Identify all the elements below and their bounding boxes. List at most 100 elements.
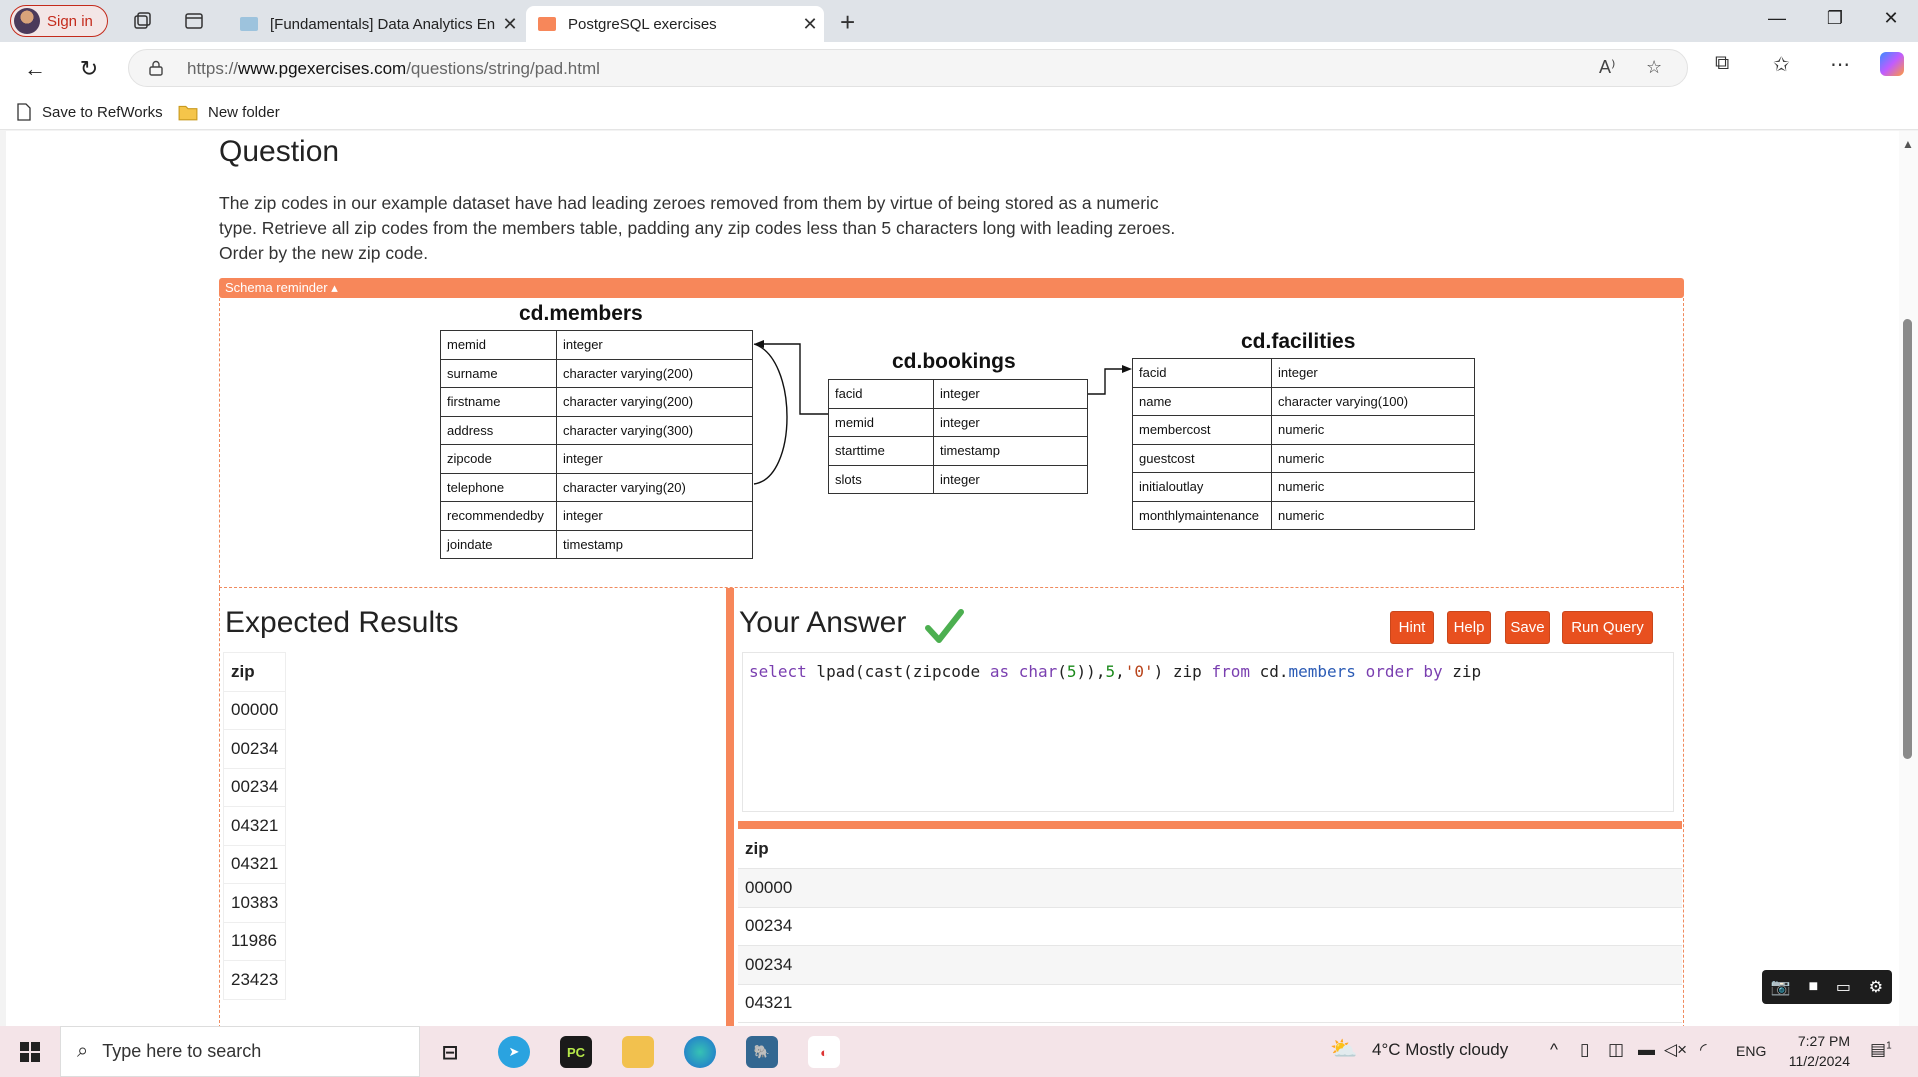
favorite-new-folder[interactable]: New folder [178,103,280,121]
zip-cell: 04321 [223,844,286,884]
table-row: 11986 [223,921,286,961]
weather-text[interactable]: 4°C Mostly cloudy [1372,1040,1508,1060]
sql-text: ( [1057,662,1067,681]
table-row: 00000 [223,690,286,730]
notifications-icon[interactable]: ▤1 [1870,1040,1892,1060]
expected-results-table: zip 00000 00234 00234 04321 04321 10383 11986 23… [223,652,286,1000]
taskbar-search-box[interactable]: ⌕ Type here to search [60,1026,420,1077]
expected-results-title: Expected Results [225,606,459,639]
schema-reminder-label: Schema reminder ▴ [225,280,338,295]
scrollbar-thumb[interactable] [1903,319,1912,759]
table-row: 23423 [223,960,286,1000]
sql-text: zip [1442,662,1482,681]
help-button[interactable]: Help [1447,611,1491,644]
more-menu-icon[interactable]: ⋯ [1830,52,1850,77]
table-row: 00234 [223,767,286,807]
windows-start-icon[interactable] [20,1042,40,1062]
favorites-bar: Save to RefWorks New folder [0,94,1918,130]
sql-text: , [1115,662,1125,681]
weather-cloud-icon[interactable]: ⛅ [1330,1036,1357,1062]
page-scrollbar[interactable]: ▲ [1899,131,1918,1026]
system-clock[interactable]: 7:27 PM 11/2/2024 [1780,1031,1850,1071]
correct-checkmark-icon [925,609,964,643]
browser-title-bar: Sign in [Fundamentals] Data Analytics En… [0,0,1918,42]
schema-reminder-toggle[interactable]: Schema reminder ▴ [219,278,1684,298]
pycharm-icon[interactable]: PC [560,1036,592,1068]
new-tab-plus-icon[interactable]: + [840,7,855,38]
save-button[interactable]: Save [1505,611,1550,644]
window-icon[interactable]: ▭ [1836,977,1851,997]
collections-icon[interactable] [130,9,154,33]
tab-actions-icon[interactable] [182,9,206,33]
telegram-icon[interactable]: ➤ [498,1036,530,1068]
show-hidden-icons-icon[interactable]: ^ [1550,1040,1558,1060]
url-text[interactable]: https://www.pgexercises.com/questions/st… [187,59,600,79]
question-text: The zip codes in our example dataset hav… [219,193,1176,263]
sql-text: )), [1076,662,1106,681]
favorite-save-to-refworks[interactable]: Save to RefWorks [16,103,163,121]
hint-button[interactable]: Hint [1390,611,1434,644]
zip-cell: 23423 [223,960,286,1000]
zip-cell: 00234 [223,729,286,769]
table-row: 00000 [738,868,1682,908]
close-icon[interactable]: ✕ [796,14,824,35]
query-results-table: zip 00000 00234 00234 04321 [738,830,1682,1023]
battery-icon[interactable]: ▬ [1638,1040,1655,1060]
language-indicator[interactable]: ENG [1736,1043,1766,1059]
profile-sign-in-button[interactable]: Sign in [10,5,108,37]
page-icon [17,103,31,121]
sql-text: ) zip [1153,662,1212,681]
network-icon[interactable]: ◫ [1608,1040,1624,1060]
sql-keyword: select [749,662,807,681]
lock-icon[interactable] [149,60,163,76]
page-favicon-icon [240,17,258,31]
camera-icon[interactable]: 📷 [1771,977,1791,997]
app-icon[interactable]: ◐ [808,1036,840,1068]
restore-icon[interactable]: ❐ [1820,8,1850,29]
column-header-zip: zip [223,652,286,692]
copilot-icon[interactable] [1880,52,1904,76]
extensions-icon[interactable]: ⧉ [1715,52,1729,75]
table-row: 00234 [738,945,1682,985]
back-arrow-icon[interactable]: ← [20,54,50,84]
table-row: 04321 [223,806,286,846]
tab-postgresql-exercises[interactable]: PostgreSQL exercises ✕ [526,6,824,42]
url-bar[interactable]: https://www.pgexercises.com/questions/st… [128,49,1688,87]
close-icon[interactable]: ✕ [496,14,524,35]
table-row: 04321 [223,844,286,884]
minimize-icon[interactable]: — [1762,8,1792,29]
device-icon[interactable]: ▯ [1580,1040,1589,1060]
url-domain: www.pgexercises.com [238,59,407,78]
video-icon[interactable]: ■ [1809,978,1819,996]
favorite-star-icon[interactable]: ☆ [1646,57,1662,78]
read-aloud-icon[interactable]: A⁾ [1599,57,1615,78]
favorite-label: New folder [208,103,280,121]
file-explorer-icon[interactable] [622,1036,654,1068]
scroll-up-arrow-icon[interactable]: ▲ [1902,137,1914,151]
results-resize-handle[interactable] [738,821,1682,829]
refresh-icon[interactable]: ↻ [74,54,104,84]
clock-date: 11/2/2024 [1788,1053,1850,1069]
page-content: Question The zip codes in our example da… [6,131,1899,1026]
postgresql-icon[interactable]: 🐘 [746,1036,778,1068]
sql-keyword: by [1413,662,1443,681]
zip-cell: 04321 [738,984,1682,1023]
settings-gear-icon[interactable]: ⚙ [1869,977,1883,997]
zip-cell: 00234 [738,907,1682,946]
sql-string: '0' [1124,662,1154,681]
notification-count: 1 [1886,1040,1892,1052]
column-header-zip: zip [738,830,1682,869]
run-query-button[interactable]: Run Query [1562,611,1653,644]
favorites-icon[interactable]: ✩ [1773,52,1790,77]
panel-resize-handle[interactable] [726,588,734,1026]
tab-data-analytics[interactable]: [Fundamentals] Data Analytics En ✕ [228,6,524,42]
volume-muted-icon[interactable]: ◁× [1664,1040,1687,1060]
your-answer-title: Your Answer [739,606,907,639]
edge-browser-icon[interactable] [684,1036,716,1068]
sql-editor[interactable]: select lpad(cast(zipcode as char(5)),5,'… [742,652,1674,812]
close-window-icon[interactable]: ✕ [1876,8,1906,29]
wifi-icon[interactable]: ◜ [1700,1040,1707,1060]
task-view-icon[interactable]: ⊟ [434,1036,466,1068]
avatar [14,8,40,34]
sql-number: 5 [1066,662,1077,681]
